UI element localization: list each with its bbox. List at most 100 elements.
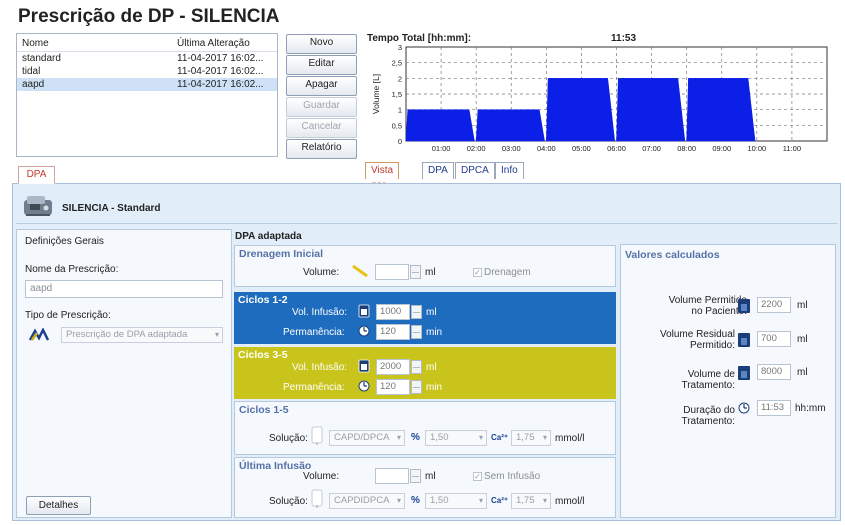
bag-icon	[737, 365, 751, 381]
list-item[interactable]: standard 11-04-2017 16:02...	[17, 52, 277, 65]
solution-value: CAPDIDPCA	[334, 495, 390, 506]
residual-volume-label: Volume Residual Permitido:	[659, 329, 735, 351]
tab-overview[interactable]: Vista ger.	[365, 162, 400, 191]
cycles-1-5-title: Ciclos 1-5	[239, 404, 289, 416]
solution-select[interactable]: CAPDIDPCA ▾	[329, 493, 405, 509]
treatment-duration-value: 11:53	[757, 400, 791, 416]
initial-drain-volume-label: Volume:	[303, 267, 340, 278]
solution-bag-icon	[311, 489, 323, 509]
prescription-type-select[interactable]: Prescrição de DPA adaptada ▾	[61, 327, 223, 343]
prescription-type-value: Prescrição de DPA adaptada	[66, 329, 188, 340]
page-title: Prescrição de DP - SILENCIA	[18, 6, 280, 27]
x-tick-label: 11:00	[783, 144, 801, 153]
solution-value: CAPD/DPCA	[334, 432, 390, 443]
cycles-3-5-infusion-input[interactable]: 2000	[376, 359, 410, 375]
solution-label: Solução:	[269, 496, 308, 507]
dwell-label: Permanência:	[283, 327, 345, 338]
x-tick-label: 01:00	[432, 144, 451, 153]
x-tick-label: 07:00	[642, 144, 661, 153]
volume-spinner[interactable]	[410, 469, 421, 483]
x-tick-label: 06:00	[607, 144, 626, 153]
no-fill-checkbox[interactable]: ✓	[473, 472, 482, 481]
report-button[interactable]: Relatório	[286, 139, 357, 159]
no-fill-checkbox-label: Sem Infusão	[484, 471, 541, 482]
clock-icon	[358, 325, 370, 337]
x-tick-label: 08:00	[677, 144, 696, 153]
general-settings-title: Definições Gerais	[25, 236, 104, 247]
list-header: Nome Última Alteração	[17, 37, 277, 52]
calcium-select[interactable]: 1,75 ▾	[511, 493, 551, 509]
infusion-spinner[interactable]	[411, 360, 422, 374]
drain-checkbox[interactable]: ✓	[473, 268, 482, 277]
y-tick-label: 2,5	[392, 59, 402, 68]
volume-area-segment	[405, 109, 475, 142]
cancel-button[interactable]: Cancelar	[286, 118, 357, 138]
adapted-apd-title: DPA adaptada	[235, 231, 302, 242]
last-fill-title: Última Infusão	[239, 460, 312, 472]
details-button[interactable]: Detalhes	[26, 496, 91, 515]
dwell-unit: min	[426, 327, 443, 338]
tab-dpa-main[interactable]: DPA	[18, 166, 55, 184]
y-tick-label: 1	[398, 106, 402, 115]
cycler-device-icon	[22, 192, 56, 218]
infusion-unit: ml	[426, 307, 437, 318]
volume-area-segment	[686, 78, 756, 142]
infusion-volume-label: Vol. Infusão:	[292, 307, 348, 318]
dwell-spinner[interactable]	[411, 380, 422, 394]
calcium-select[interactable]: 1,75 ▾	[511, 430, 551, 446]
clock-icon	[738, 402, 750, 414]
cycles-1-2-infusion-input[interactable]: 1000	[376, 304, 410, 320]
new-button[interactable]: Novo	[286, 34, 357, 54]
patient-volume-value: 2200	[757, 297, 791, 313]
cycles-3-5-dwell-input[interactable]: 120	[376, 379, 410, 395]
tab-info[interactable]: Info	[495, 162, 524, 179]
tab-apd[interactable]: DPA	[422, 162, 454, 179]
bag-icon	[737, 332, 751, 348]
treatment-volume-unit: ml	[797, 367, 808, 378]
calculated-values-title: Valores calculados	[625, 249, 720, 261]
treatment-duration-unit: hh:mm	[795, 403, 826, 414]
infusion-volume-label: Vol. Infusão:	[292, 362, 348, 373]
column-header-name[interactable]: Nome	[22, 37, 49, 50]
prescription-list[interactable]: Nome Última Alteração standard 11-04-201…	[16, 33, 278, 157]
calculated-values-panel: Valores calculados Volume Permitido no Pa…	[620, 244, 836, 518]
volume-chart: Tempo Total [hh:mm]: 11:53 0 0,5 1 1,5 2 2,5 3…	[365, 33, 841, 157]
patient-volume-label: Volume Permitido no Paciente:	[668, 295, 747, 317]
cycles-1-2-section: Ciclos 1-2 Vol. Infusão: 1000 ml Permanê…	[234, 292, 616, 344]
calcium-unit: mmol/l	[555, 496, 585, 507]
initial-drain-unit: ml	[425, 267, 436, 278]
last-fill-volume-label: Volume:	[303, 471, 340, 482]
list-item-selected[interactable]: aapd 11-04-2017 16:02...	[17, 78, 277, 91]
initial-drain-section: Drenagem Inicial Volume: ml ✓ Drenagem	[234, 245, 616, 287]
bag-icon	[358, 359, 370, 373]
glucose-select[interactable]: 1,50 ▾	[425, 493, 487, 509]
volume-area-segment	[546, 78, 616, 142]
cycles-1-2-title: Ciclos 1-2	[238, 294, 288, 306]
calcium-value: 1,75	[516, 432, 535, 443]
volume-spinner[interactable]	[410, 265, 421, 279]
column-header-modified[interactable]: Última Alteração	[177, 37, 250, 50]
x-tick-label: 10:00	[747, 144, 766, 153]
edit-button[interactable]: Editar	[286, 55, 357, 75]
treatment-volume-label: Volume de Tratamento:	[681, 369, 735, 391]
glucose-select[interactable]: 1,50 ▾	[425, 430, 487, 446]
dwell-spinner[interactable]	[411, 325, 422, 339]
infusion-spinner[interactable]	[411, 305, 422, 319]
device-name: SILENCIA - Standard	[62, 203, 161, 214]
solution-select[interactable]: CAPD/DPCA ▾	[329, 430, 405, 446]
list-item[interactable]: tidal 11-04-2017 16:02...	[17, 65, 277, 78]
save-button[interactable]: Guardar	[286, 97, 357, 117]
delete-button[interactable]: Apagar	[286, 76, 357, 96]
chevron-down-icon: ▾	[478, 433, 483, 442]
prescription-name-input[interactable]: aapd	[25, 280, 223, 298]
volume-area-segment	[475, 109, 545, 142]
apd-wave-icon	[28, 327, 51, 342]
initial-drain-volume-input[interactable]	[375, 264, 409, 280]
treatment-volume-value: 8000	[757, 364, 791, 380]
volume-chart-svg: 0 0,5 1 1,5 2 2,5 3 01:00 02:00 03:00 04:00 05:00 06…	[371, 43, 828, 153]
last-fill-volume-input[interactable]	[375, 468, 409, 484]
initial-drain-title: Drenagem Inicial	[239, 248, 324, 260]
patient-volume-unit: ml	[797, 300, 808, 311]
cycles-1-2-dwell-input[interactable]: 120	[376, 324, 410, 340]
tab-capd[interactable]: DPCA	[455, 162, 495, 179]
